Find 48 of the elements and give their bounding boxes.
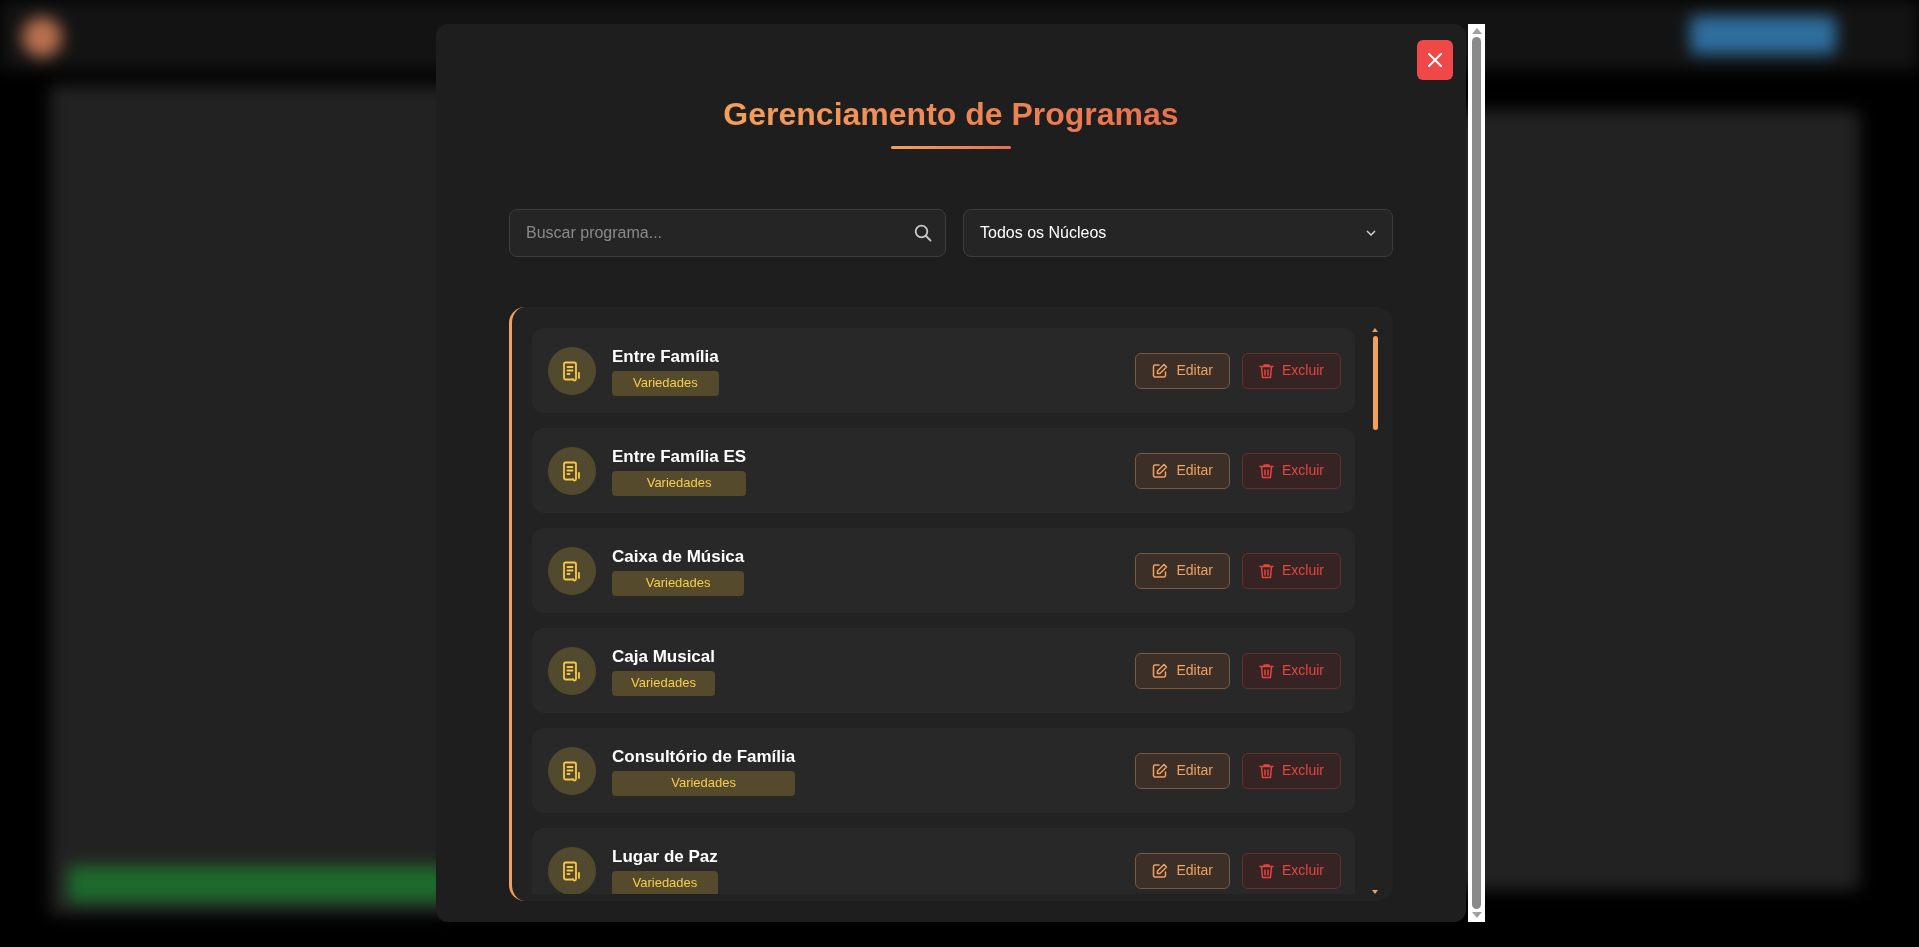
- trash-icon: [1259, 862, 1274, 879]
- edit-icon: [1152, 462, 1169, 479]
- search-field[interactable]: Buscar programa...: [509, 209, 946, 257]
- program-name: Caja Musical: [612, 645, 715, 668]
- trash-icon: [1259, 562, 1274, 579]
- edit-button[interactable]: Editar: [1135, 852, 1230, 889]
- edit-button[interactable]: Editar: [1135, 752, 1230, 789]
- close-icon: [1427, 52, 1443, 68]
- close-button[interactable]: [1417, 40, 1453, 80]
- search-icon: [914, 224, 932, 242]
- delete-button[interactable]: Excluir: [1242, 652, 1341, 689]
- trash-icon: [1259, 662, 1274, 679]
- document-icon: [561, 559, 583, 582]
- edit-button[interactable]: Editar: [1135, 652, 1230, 689]
- category-tag: Variedades: [612, 670, 715, 696]
- document-icon: [561, 759, 583, 782]
- trash-icon: [1259, 362, 1274, 379]
- edit-icon: [1152, 862, 1169, 879]
- document-icon: [561, 459, 583, 482]
- category-tag: Variedades: [612, 570, 745, 596]
- edit-icon: [1152, 762, 1169, 779]
- document-icon: [561, 859, 583, 882]
- category-tag: Variedades: [612, 870, 718, 894]
- category-tag: Variedades: [612, 470, 747, 496]
- edit-icon: [1152, 662, 1169, 679]
- program-name: Entre Família ES: [612, 445, 747, 468]
- trash-icon: [1259, 762, 1274, 779]
- delete-button[interactable]: Excluir: [1242, 752, 1341, 789]
- trash-icon: [1259, 462, 1274, 479]
- program-name: Consultório de Família: [612, 745, 796, 768]
- edit-button[interactable]: Editar: [1135, 452, 1230, 489]
- document-icon: [561, 659, 583, 682]
- edit-icon: [1152, 562, 1169, 579]
- program-name: Caixa de Música: [612, 545, 745, 568]
- document-icon: [561, 359, 583, 382]
- category-tag: Variedades: [612, 370, 719, 396]
- edit-icon: [1152, 362, 1169, 379]
- delete-button[interactable]: Excluir: [1242, 352, 1341, 389]
- delete-button[interactable]: Excluir: [1242, 552, 1341, 589]
- program-name: Lugar de Paz: [612, 845, 718, 868]
- delete-button[interactable]: Excluir: [1242, 452, 1341, 489]
- program-name: Entre Família: [612, 345, 719, 368]
- category-tag: Variedades: [612, 770, 796, 796]
- edit-button[interactable]: Editar: [1135, 352, 1230, 389]
- chevron-down-icon: [1366, 230, 1376, 236]
- nucleus-dropdown[interactable]: Todos os Núcleos: [963, 209, 1393, 257]
- delete-button[interactable]: Excluir: [1242, 852, 1341, 889]
- edit-button[interactable]: Editar: [1135, 552, 1230, 589]
